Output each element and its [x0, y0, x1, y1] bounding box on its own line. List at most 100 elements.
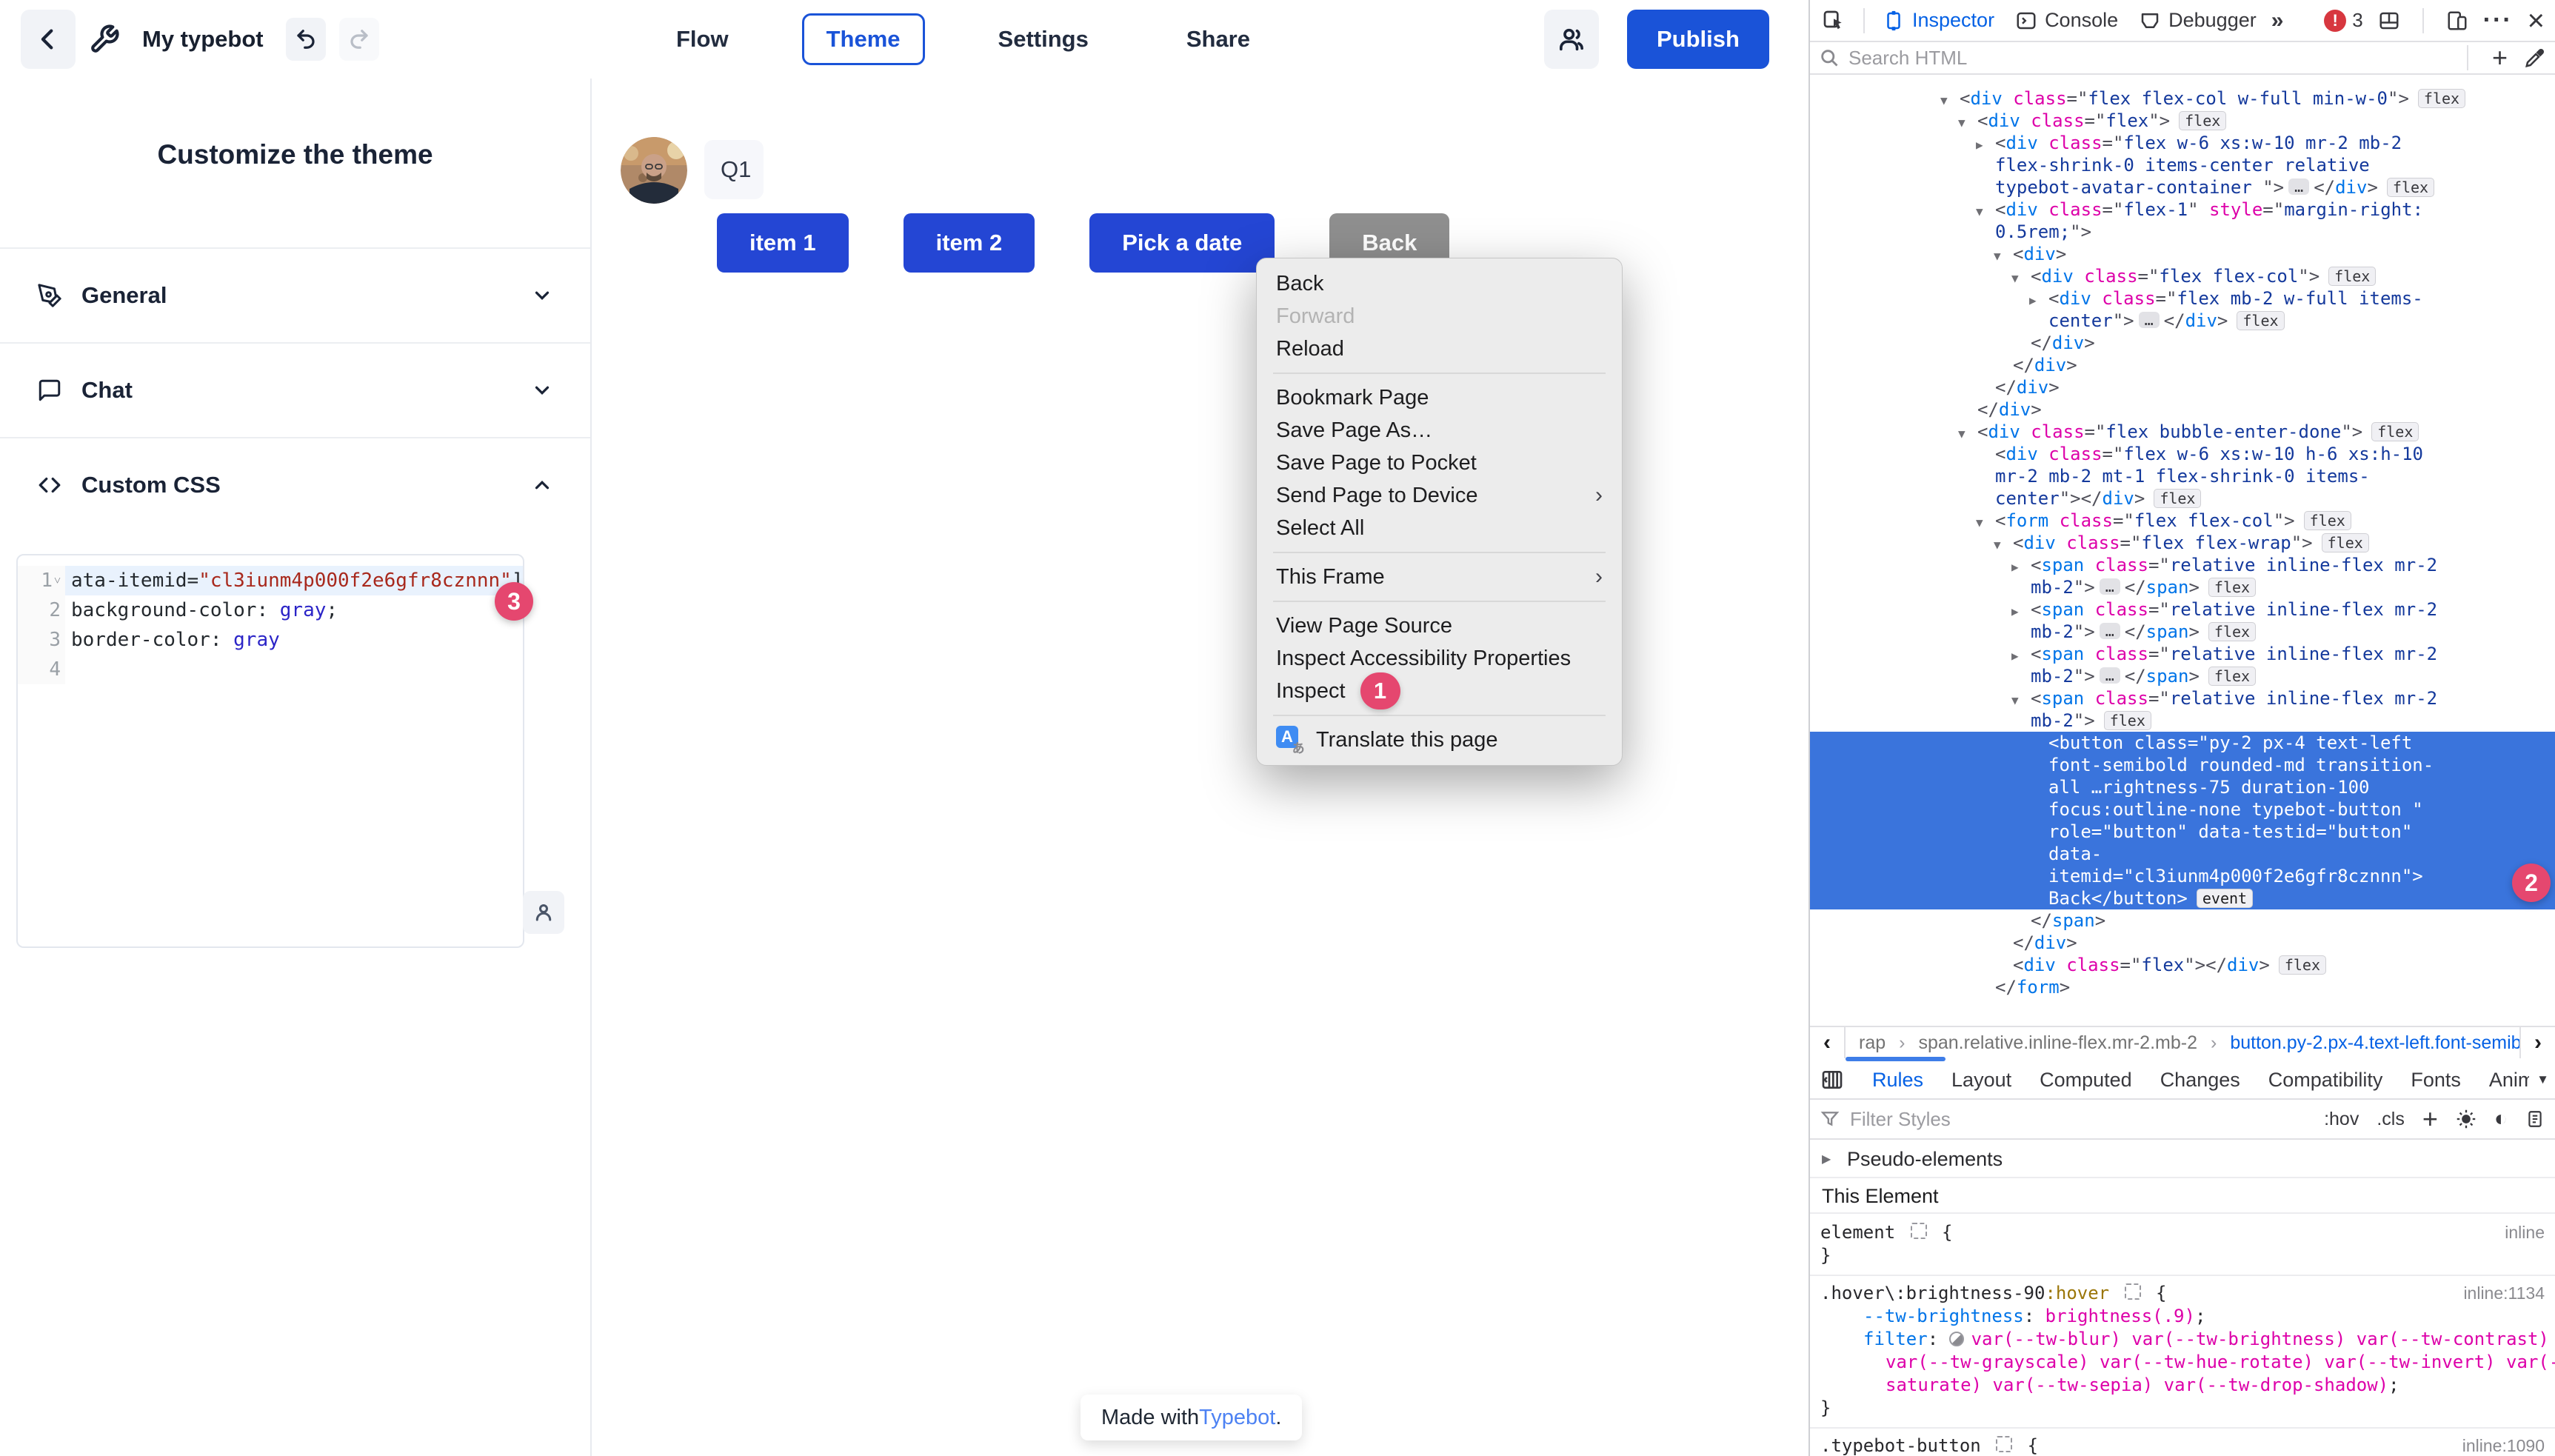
responsive-mode-icon[interactable]	[2446, 10, 2468, 32]
markup-line[interactable]: typebot-avatar-container ">…</div>flex	[1810, 176, 2555, 198]
markup-line[interactable]: center">…</div>flex	[1810, 310, 2555, 332]
markup-line[interactable]: ▶<span class="relative inline-flex mr-2	[1810, 643, 2555, 665]
breadcrumb-scroll-right[interactable]: ›	[2519, 1027, 2555, 1058]
tabs-dropdown-icon[interactable]: ▼	[2536, 1072, 2549, 1087]
eyedropper-icon[interactable]	[2524, 47, 2546, 69]
markup-line[interactable]: ▶<div class="flex w-6 xs:w-10 mr-2 mb-2	[1810, 132, 2555, 154]
markup-line[interactable]: </div>	[1810, 376, 2555, 398]
context-menu-item-back[interactable]: Back	[1257, 267, 1622, 300]
rule-declaration[interactable]: --tw-brightness: brightness(.9);	[1820, 1305, 2555, 1328]
panel-tab-anima[interactable]: Anima	[2489, 1069, 2529, 1092]
tab-theme[interactable]: Theme	[802, 13, 925, 65]
split-console-icon[interactable]	[2378, 10, 2400, 32]
markup-line[interactable]: focus:outline-none typebot-button "	[1810, 798, 2555, 821]
css-editor-line[interactable]: 3border-color: gray	[18, 625, 523, 655]
markup-line[interactable]: mb-2">flex	[1810, 709, 2555, 732]
context-menu-item-inspect[interactable]: Inspect1	[1257, 675, 1622, 707]
toggle-hov[interactable]: :hov	[2324, 1109, 2359, 1130]
error-count-badge[interactable]: ! 3	[2324, 9, 2362, 32]
rule-source-link[interactable]: inline	[2505, 1223, 2545, 1243]
filter-styles-input[interactable]	[1848, 1107, 2324, 1132]
tab-flow[interactable]: Flow	[652, 13, 753, 65]
markup-line[interactable]: mb-2">…</span>flex	[1810, 576, 2555, 598]
markup-line[interactable]: ▼<span class="relative inline-flex mr-2	[1810, 687, 2555, 709]
rule-declaration[interactable]: }	[1820, 1244, 2555, 1267]
context-menu-item-inspect-accessibility-properties[interactable]: Inspect Accessibility Properties	[1257, 642, 1622, 675]
markup-line[interactable]: Back</button>event	[1810, 887, 2555, 909]
markup-line[interactable]: mb-2">…</span>flex	[1810, 621, 2555, 643]
markup-line[interactable]: <div class="flex w-6 xs:w-10 h-6 xs:h-10	[1810, 443, 2555, 465]
context-menu-item-save-page-to-pocket[interactable]: Save Page to Pocket	[1257, 447, 1622, 479]
panel-tab-layout[interactable]: Layout	[1951, 1069, 2011, 1092]
rule-declaration[interactable]: saturate) var(--tw-sepia) var(--tw-drop-…	[1820, 1374, 2555, 1397]
rule-declaration[interactable]: element {	[1820, 1221, 2555, 1244]
css-editor-line[interactable]: 1˅ata-itemid="cl3iunm4p000f2e6gfr8cznnn"…	[18, 566, 523, 595]
contrast-icon[interactable]: ◐	[2494, 1106, 2508, 1132]
rule-declaration[interactable]: .hover\:brightness-90:hover {	[1820, 1282, 2555, 1305]
markup-line[interactable]: </div>	[1810, 354, 2555, 376]
markup-line[interactable]: role="button" data-testid="button"	[1810, 821, 2555, 843]
devtools-menu-icon[interactable]: ···	[2483, 6, 2513, 35]
html-markup-tree[interactable]: ▼<div class="flex flex-col w-full min-w-…	[1810, 76, 2555, 1026]
redo-button[interactable]	[339, 18, 379, 61]
markup-line[interactable]: </form>	[1810, 976, 2555, 998]
markup-line[interactable]: ▼<div class="flex-1" style="margin-right…	[1810, 198, 2555, 221]
custom-css-editor[interactable]: 1˅ata-itemid="cl3iunm4p000f2e6gfr8cznnn"…	[16, 554, 524, 948]
markup-line[interactable]: itemid="cl3iunm4p000f2e6gfr8cznnn">	[1810, 865, 2555, 887]
markup-line[interactable]: mr-2 mb-2 mt-1 flex-shrink-0 items-	[1810, 465, 2555, 487]
panel-tab-rules[interactable]: Rules	[1872, 1069, 1923, 1092]
breadcrumb-item[interactable]: rap	[1859, 1032, 1886, 1054]
more-tools-icon[interactable]: »	[2271, 8, 2284, 33]
rule-declaration[interactable]: filter: var(--tw-blur) var(--tw-brightne…	[1820, 1328, 2555, 1351]
chat-button-item-2[interactable]: item 2	[904, 213, 1035, 273]
markup-line[interactable]: ▶<span class="relative inline-flex mr-2	[1810, 598, 2555, 621]
chat-button-pick-a-date[interactable]: Pick a date	[1089, 213, 1275, 273]
rule-declaration[interactable]: var(--tw-grayscale) var(--tw-hue-rotate)…	[1820, 1351, 2555, 1374]
tab-share[interactable]: Share	[1162, 13, 1275, 65]
context-menu-item-select-all[interactable]: Select All	[1257, 512, 1622, 544]
markup-line[interactable]: ▼<div class="flex">flex	[1810, 110, 2555, 132]
rule-source-link[interactable]: inline:1134	[2463, 1283, 2545, 1303]
markup-line[interactable]: all …rightness-75 duration-100	[1810, 776, 2555, 798]
context-menu-item-view-page-source[interactable]: View Page Source	[1257, 610, 1622, 642]
chat-button-item-1[interactable]: item 1	[717, 213, 849, 273]
light-theme-icon[interactable]	[2456, 1109, 2476, 1129]
typebot-link[interactable]: Typebot	[1199, 1406, 1275, 1430]
devtools-tab-console[interactable]: Console	[2005, 9, 2128, 32]
sidebar-section-general[interactable]: General	[0, 247, 590, 342]
panel-tab-compatibility[interactable]: Compatibility	[2268, 1069, 2383, 1092]
context-menu-item-translate-this-page[interactable]: AぁTranslate this page	[1257, 724, 1622, 756]
tab-settings[interactable]: Settings	[974, 13, 1113, 65]
breadcrumb-item[interactable]: span.relative.inline-flex.mr-2.mb-2	[1918, 1032, 2197, 1054]
context-menu-item-send-page-to-device[interactable]: Send Page to Device›	[1257, 479, 1622, 512]
markup-line[interactable]: </div>	[1810, 932, 2555, 954]
print-media-icon[interactable]	[2525, 1109, 2545, 1129]
typebot-title[interactable]: My typebot	[142, 26, 264, 53]
markup-line[interactable]: ▼<div class="flex flex-col">flex	[1810, 265, 2555, 287]
devtools-close-icon[interactable]: ×	[2528, 6, 2545, 36]
collaborate-button[interactable]	[1544, 10, 1599, 69]
breadcrumb-item[interactable]: button.py-2.px-4.text-left.font-semibold…	[2230, 1032, 2519, 1054]
markup-line[interactable]: </div>	[1810, 332, 2555, 354]
markup-line[interactable]: ▶<div class="flex mb-2 w-full items-	[1810, 287, 2555, 310]
markup-line[interactable]: center"></div>flex	[1810, 487, 2555, 510]
new-node-button[interactable]: +	[2492, 42, 2508, 73]
context-menu-item-bookmark-page[interactable]: Bookmark Page	[1257, 381, 1622, 414]
rule-source-link[interactable]: inline:1090	[2462, 1436, 2545, 1456]
context-menu-item-reload[interactable]: Reload	[1257, 333, 1622, 365]
sidebar-section-chat[interactable]: Chat	[0, 342, 590, 437]
markup-line[interactable]: <button class="py-2 px-4 text-left	[1810, 732, 2555, 754]
rule-declaration[interactable]: .typebot-button {	[1820, 1435, 2555, 1456]
devtools-tab-inspector[interactable]: Inspector	[1872, 9, 2005, 32]
context-menu-item-this-frame[interactable]: This Frame›	[1257, 561, 1622, 593]
markup-line[interactable]: ▼<div class="flex flex-col w-full min-w-…	[1810, 87, 2555, 110]
pick-element-button[interactable]	[1810, 9, 1856, 33]
markup-line[interactable]: ▼<form class="flex flex-col">flex	[1810, 510, 2555, 532]
markup-line[interactable]: ▶<span class="relative inline-flex mr-2	[1810, 554, 2555, 576]
collapse-sidebar-icon[interactable]	[1820, 1068, 1844, 1092]
panel-tab-changes[interactable]: Changes	[2160, 1069, 2240, 1092]
panel-tab-computed[interactable]: Computed	[2040, 1069, 2132, 1092]
panel-tab-fonts[interactable]: Fonts	[2411, 1069, 2461, 1092]
markup-line[interactable]: 0.5rem;">	[1810, 221, 2555, 243]
add-rule-button[interactable]: +	[2422, 1103, 2438, 1135]
